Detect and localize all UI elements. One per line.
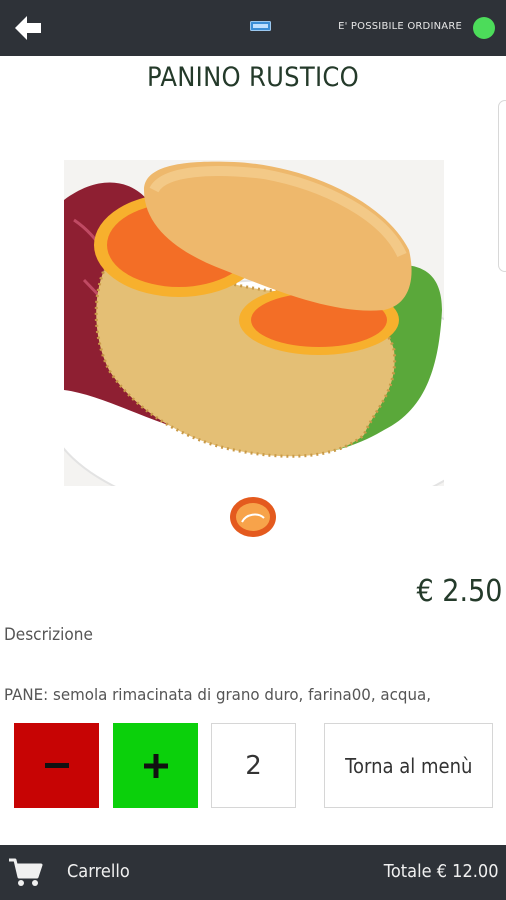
quantity-display[interactable]: 2	[211, 723, 296, 808]
top-app-bar: E' POSSIBILE ORDINARE	[0, 0, 506, 56]
cart-link[interactable]: Carrello	[67, 861, 130, 882]
product-price: € 2.50	[416, 574, 502, 609]
cart-icon[interactable]	[8, 857, 44, 889]
status-indicator-dot	[473, 17, 495, 39]
battery-icon	[250, 18, 272, 31]
increase-quantity-button[interactable]	[113, 723, 198, 808]
back-arrow-icon[interactable]	[12, 12, 44, 44]
back-to-menu-button[interactable]: Torna al menù	[324, 723, 493, 808]
scroll-indicator[interactable]	[498, 100, 506, 272]
bottom-cart-bar: Carrello Totale € 12.00	[0, 845, 506, 900]
plus-icon	[143, 753, 168, 778]
order-status-text: E' POSSIBILE ORDINARE	[338, 21, 462, 32]
description-text: PANE: semola rimacinata di grano duro, f…	[4, 685, 431, 704]
brand-logo	[228, 492, 278, 538]
cart-total: Totale € 12.00	[384, 861, 499, 882]
minus-icon	[44, 762, 69, 768]
back-to-menu-label: Torna al menù	[344, 753, 473, 778]
decrease-quantity-button[interactable]	[14, 723, 99, 808]
product-title: PANINO RUSTICO	[146, 62, 360, 93]
description-label: Descrizione	[4, 625, 93, 645]
product-image	[43, 160, 505, 521]
